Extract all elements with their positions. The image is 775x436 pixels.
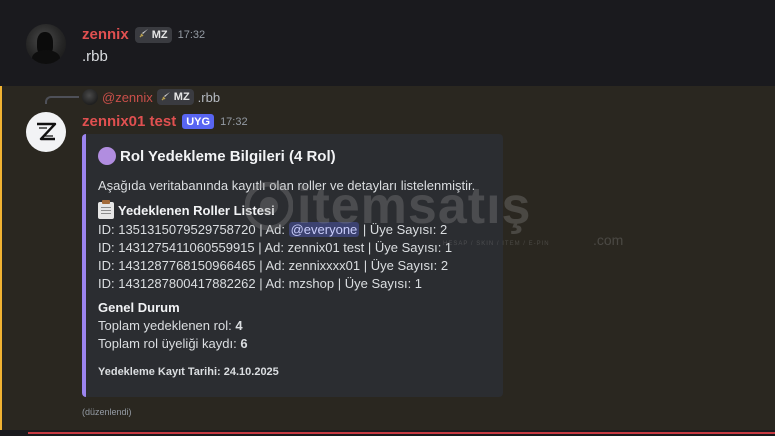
edited-label: (düzenlendi) xyxy=(82,407,132,417)
bot-avatar[interactable] xyxy=(26,112,66,152)
timestamp[interactable]: 17:32 xyxy=(220,116,248,128)
role-row-suffix: | Üye Sayısı: 2 xyxy=(359,222,448,237)
highlight-bar xyxy=(0,86,2,430)
reply-content: .rbb xyxy=(197,89,221,105)
embed: Rol Yedekleme Bilgileri (4 Rol) Aşağıda … xyxy=(82,134,503,397)
new-messages-divider xyxy=(28,432,775,434)
embed-title: Rol Yedekleme Bilgileri (4 Rol) xyxy=(98,147,336,165)
guild-tag-label: MZ xyxy=(151,28,168,41)
role-row: ID: 1431287768150966465 | Ad: zennixxxx0… xyxy=(98,258,449,273)
message-content: .rbb xyxy=(82,48,108,65)
summary-line: Toplam rol üyeliği kaydı: 6 xyxy=(98,335,248,353)
message-zennix: zennix MZ 17:32 .rbb xyxy=(0,0,775,80)
field-name: Genel Durum xyxy=(98,300,180,315)
guild-tag[interactable]: MZ xyxy=(134,26,172,43)
role-row: ID: 1351315079529758720 | Ad: @everyone … xyxy=(98,221,452,239)
message-header: zennix01 test UYG 17:32 xyxy=(82,113,248,130)
role-row: ID: 1431287800417882262 | Ad: mzshop | Ü… xyxy=(98,276,423,291)
app-badge: UYG xyxy=(182,114,215,129)
embed-description: Aşağıda veritabanında kayıtlı olan rolle… xyxy=(98,178,476,193)
embed-footer: Yedekleme Kayıt Tarihi: 24.10.2025 xyxy=(98,366,279,378)
field-name-text: Yedeklenen Roller Listesi xyxy=(118,203,275,218)
summary-line: Toplam yedeklenen rol: 4 xyxy=(98,317,248,335)
timestamp[interactable]: 17:32 xyxy=(178,29,206,41)
summary-value: 6 xyxy=(240,336,248,351)
username[interactable]: zennix xyxy=(82,26,129,43)
user-avatar[interactable] xyxy=(26,24,66,64)
sword-icon xyxy=(161,91,171,104)
summary-value: 4 xyxy=(235,318,243,333)
summary-label: Toplam yedeklenen rol: xyxy=(98,318,236,333)
z-logo-icon xyxy=(37,122,57,141)
clipboard-icon xyxy=(98,200,114,219)
role-row-prefix: ID: 1351315079529758720 | Ad: xyxy=(98,222,289,237)
message-bot: @zennix MZ .rbb zennix01 test UYG 17:32 … xyxy=(0,86,775,430)
role-row: ID: 1431275411060559915 | Ad: zennix01 t… xyxy=(98,240,453,255)
sword-icon xyxy=(139,28,149,41)
reply-username[interactable]: @zennix xyxy=(102,90,153,105)
reply-guild-tag: MZ xyxy=(156,89,194,105)
field-name: Yedeklenen Roller Listesi xyxy=(98,200,452,219)
reply-avatar xyxy=(82,89,98,105)
reply-spine xyxy=(45,96,79,104)
embed-field-roles: Yedeklenen Roller Listesi ID: 1351315079… xyxy=(98,200,453,293)
message-header: zennix MZ 17:32 xyxy=(82,26,205,43)
embed-title-text: Rol Yedekleme Bilgileri (4 Rol) xyxy=(120,147,336,165)
purple-circle-icon xyxy=(98,147,116,165)
embed-field-summary: Genel Durum Toplam yedeklenen rol: 4 Top… xyxy=(98,300,248,353)
mention[interactable]: @everyone xyxy=(288,222,360,237)
reply-preview[interactable]: @zennix MZ .rbb xyxy=(82,89,220,105)
reply-guild-tag-label: MZ xyxy=(173,91,190,103)
summary-label: Toplam rol üyeliği kaydı: xyxy=(98,336,241,351)
bot-username[interactable]: zennix01 test xyxy=(82,113,176,130)
